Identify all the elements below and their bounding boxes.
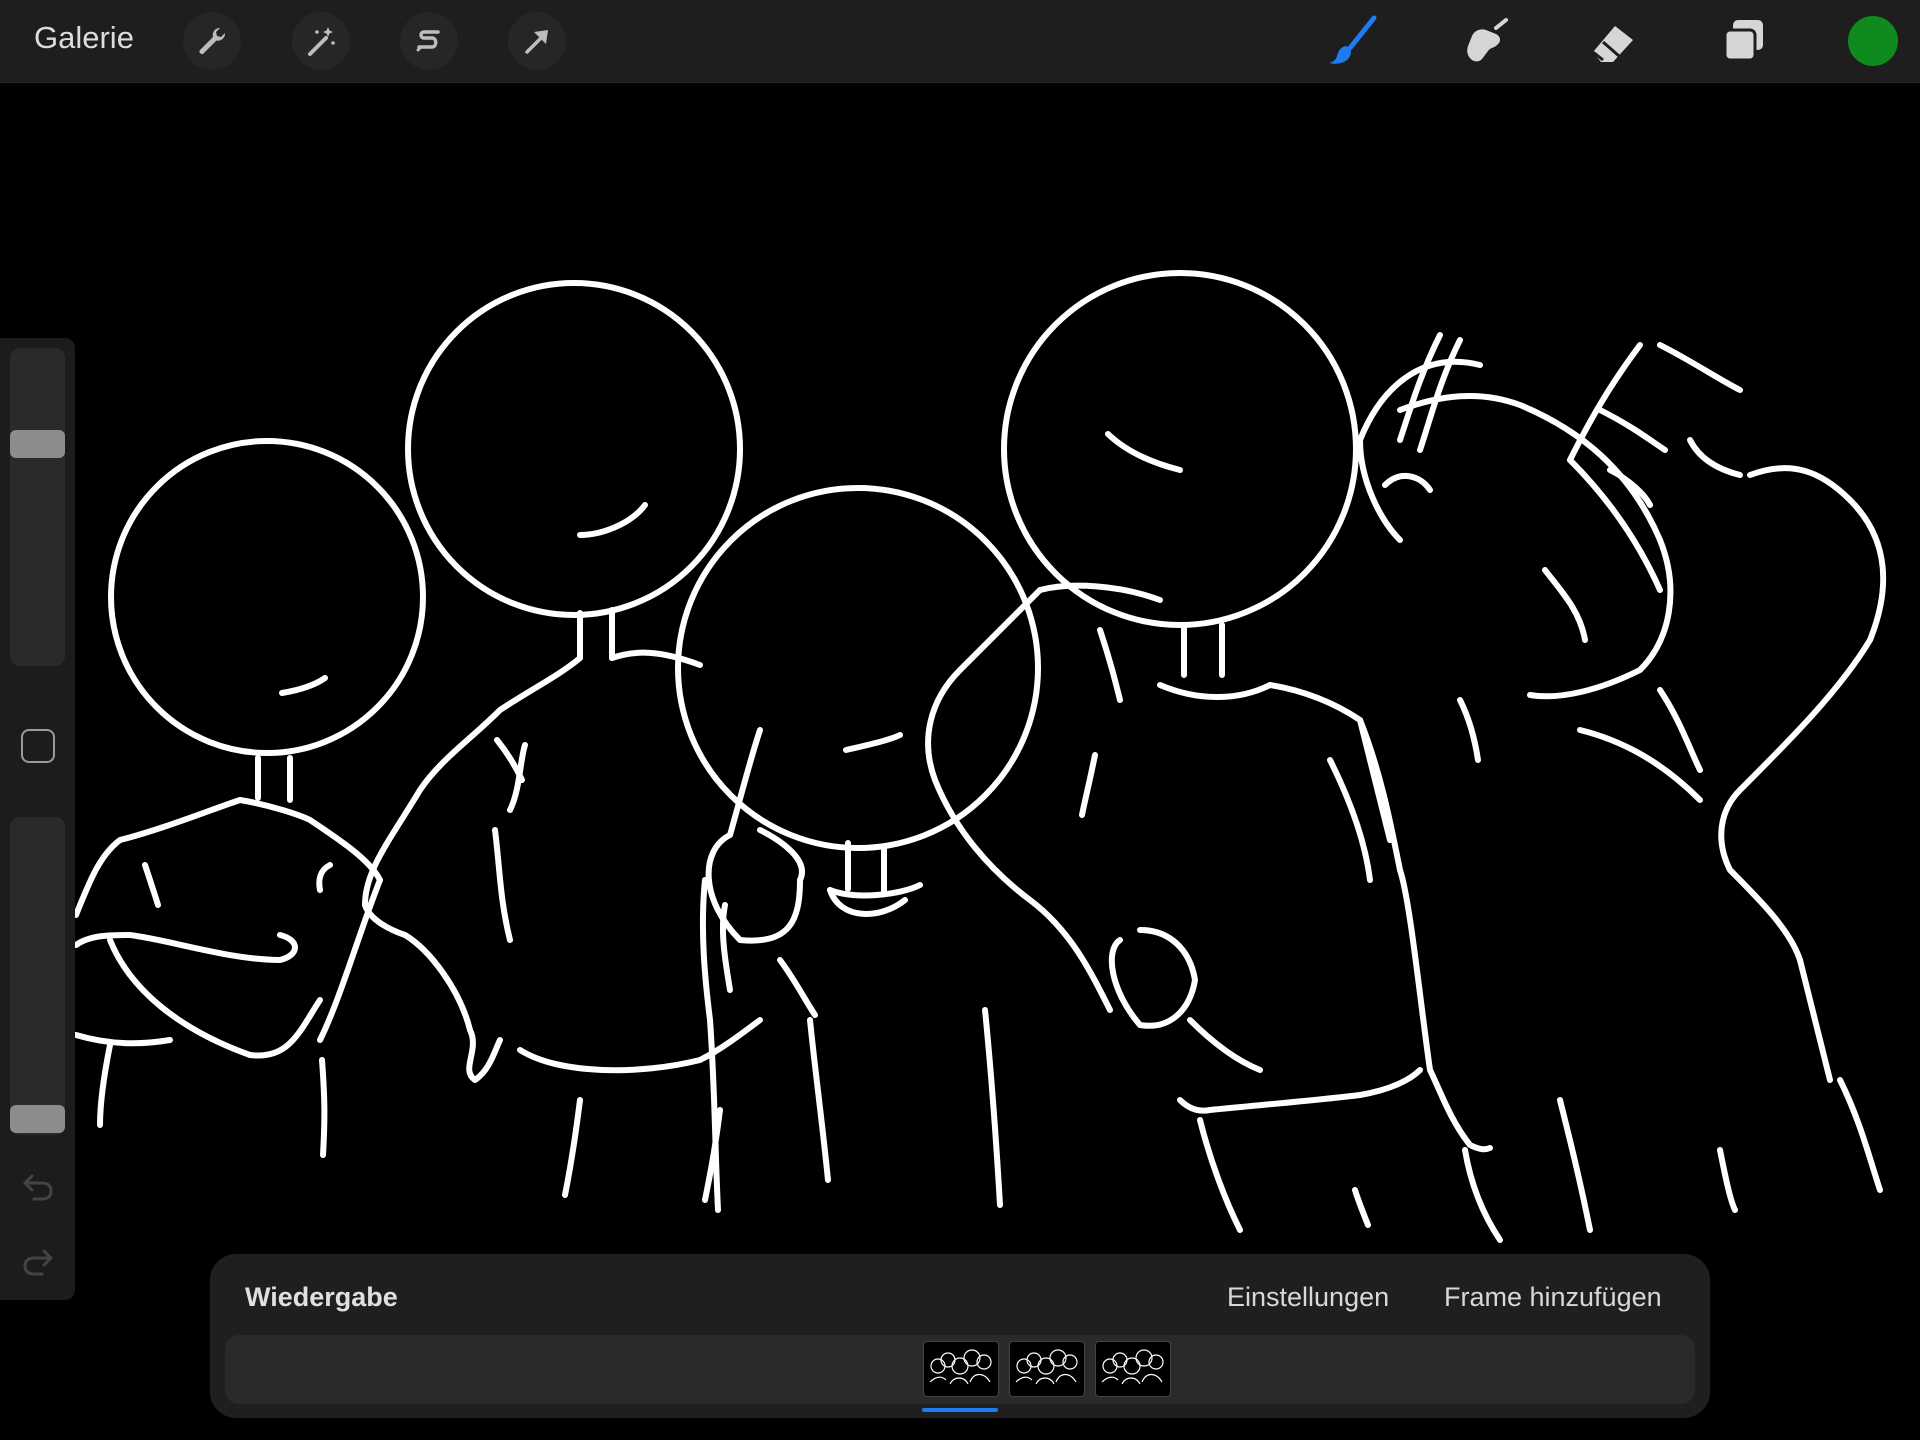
color-swatch[interactable] bbox=[1848, 16, 1898, 66]
actions-button[interactable] bbox=[183, 12, 241, 70]
add-frame-button[interactable]: Frame hinzufügen bbox=[1444, 1282, 1662, 1313]
frame-thumbnail[interactable] bbox=[923, 1341, 999, 1397]
selection-button[interactable] bbox=[400, 12, 458, 70]
redo-icon bbox=[23, 1249, 53, 1276]
head-3 bbox=[675, 485, 1041, 851]
smudge-icon bbox=[1467, 18, 1508, 62]
opacity-slider[interactable] bbox=[10, 817, 65, 1135]
brush-button[interactable] bbox=[1322, 12, 1382, 72]
head-1 bbox=[108, 438, 426, 756]
left-sidebar bbox=[0, 338, 75, 1300]
settings-button[interactable]: Einstellungen bbox=[1227, 1282, 1389, 1313]
transform-arrow-icon bbox=[525, 30, 548, 54]
undo-icon bbox=[23, 1174, 53, 1201]
undo-button[interactable] bbox=[20, 1168, 56, 1204]
selection-s-icon bbox=[416, 30, 440, 52]
wrench-icon bbox=[199, 27, 226, 54]
brush-size-slider[interactable] bbox=[10, 348, 65, 666]
gallery-button[interactable]: Galerie bbox=[34, 20, 134, 56]
head-4 bbox=[1001, 270, 1359, 628]
frame-thumbnail[interactable] bbox=[1095, 1341, 1171, 1397]
redo-button[interactable] bbox=[20, 1243, 56, 1279]
modify-button[interactable] bbox=[21, 729, 55, 763]
brush-size-thumb[interactable] bbox=[10, 430, 65, 459]
magic-wand-icon bbox=[308, 27, 335, 56]
selected-frame-indicator bbox=[922, 1408, 998, 1412]
drawing-canvas[interactable] bbox=[0, 83, 1920, 1440]
top-toolbar: Galerie bbox=[0, 0, 1920, 83]
opacity-thumb[interactable] bbox=[10, 1105, 65, 1133]
eraser-button[interactable] bbox=[1583, 12, 1643, 72]
layers-icon bbox=[1723, 20, 1763, 62]
frame-thumbnail[interactable] bbox=[1009, 1341, 1085, 1397]
eraser-icon bbox=[1592, 26, 1633, 62]
frame-timeline[interactable] bbox=[225, 1335, 1695, 1404]
layers-button[interactable] bbox=[1713, 12, 1773, 72]
adjustments-button[interactable] bbox=[292, 12, 350, 70]
brush-icon bbox=[1329, 15, 1377, 64]
animation-assist-panel: Wiedergabe Einstellungen Frame hinzufüge… bbox=[210, 1254, 1710, 1418]
transform-button[interactable] bbox=[508, 12, 566, 70]
playback-button[interactable]: Wiedergabe bbox=[245, 1282, 398, 1313]
line-art-drawing bbox=[73, 270, 1887, 1243]
smudge-button[interactable] bbox=[1452, 12, 1512, 72]
head-2 bbox=[405, 280, 743, 618]
